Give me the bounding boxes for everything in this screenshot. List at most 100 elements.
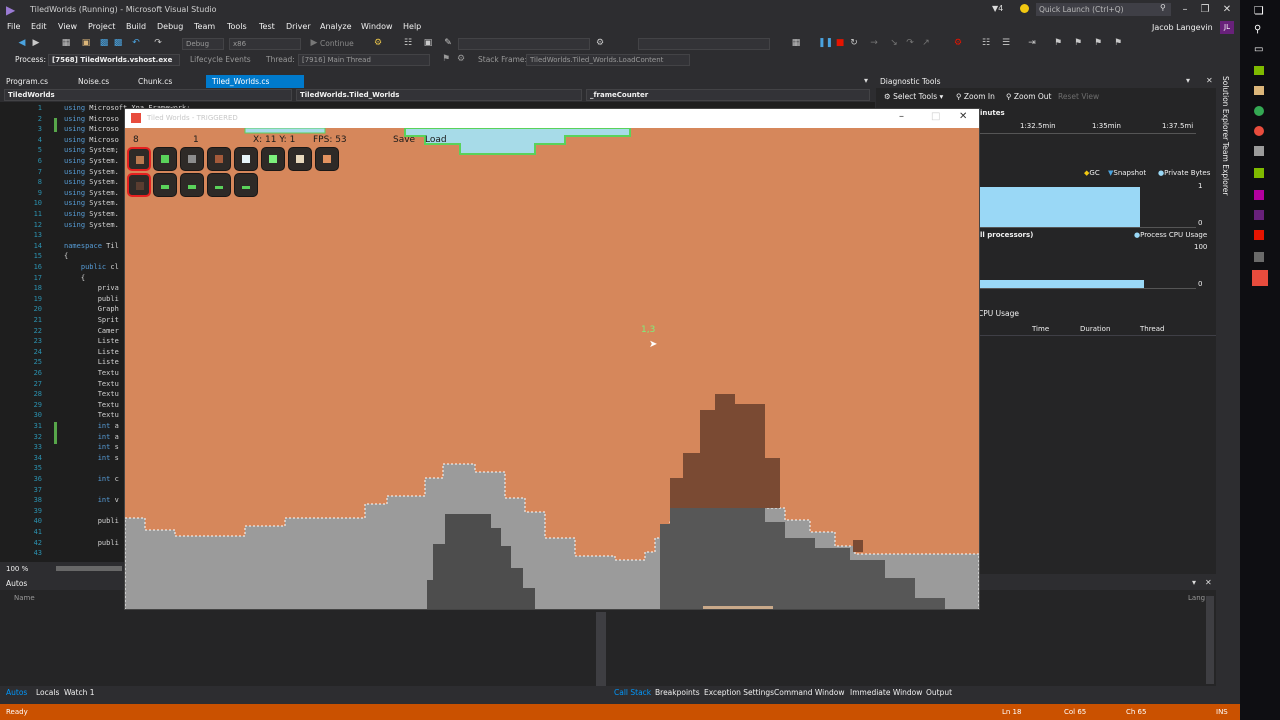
code-line[interactable]: int s [64, 443, 119, 451]
chrome-icon[interactable] [1254, 106, 1264, 116]
continue-icon[interactable]: ▶ [308, 37, 320, 49]
reset-view-button[interactable]: Reset View [1058, 92, 1099, 101]
redo-icon[interactable]: ↷ [152, 37, 164, 49]
code-line[interactable]: using System. [64, 178, 119, 186]
lifecycle-events[interactable]: Lifecycle Events [190, 55, 251, 64]
feedback-smiley-icon[interactable] [1020, 4, 1029, 13]
tile-slot-brick[interactable] [315, 147, 339, 171]
step-out-icon[interactable]: ↗ [920, 37, 932, 49]
continue-button[interactable]: Continue [320, 39, 354, 48]
menu-debug[interactable]: Debug [157, 22, 183, 31]
tile-slot-plant[interactable] [180, 173, 204, 197]
flag-thread-icon[interactable]: ⚑ [440, 53, 452, 65]
exception-icon[interactable]: ⚙ [952, 37, 964, 49]
tab-chunk[interactable]: Chunk.cs [132, 75, 178, 88]
code-line[interactable]: Textu [64, 369, 119, 377]
stack-frame-select[interactable]: TiledWorlds.Tiled_Worlds.LoadContent [526, 54, 690, 66]
menu-driver[interactable]: Driver [286, 22, 311, 31]
team-explorer-tab[interactable]: Team Explorer [1221, 142, 1230, 195]
tile-slot-clay[interactable] [207, 147, 231, 171]
tile-slot-glass[interactable] [234, 147, 258, 171]
tab-call-stack[interactable]: Call Stack [614, 688, 651, 697]
build-icon[interactable]: ▦ [790, 37, 802, 49]
windows-start-icon[interactable]: ❏ [1254, 4, 1264, 17]
code-line[interactable]: Textu [64, 411, 119, 419]
menu-file[interactable]: File [7, 22, 20, 31]
timeline-ruler[interactable]: 1:32.5min 1:35min 1:37.5mi [980, 120, 1196, 134]
menu-window[interactable]: Window [361, 22, 393, 31]
code-line[interactable]: priva [64, 284, 119, 292]
zoom-out-button[interactable]: ⚲ Zoom Out [1006, 92, 1052, 101]
autos-close-icon[interactable]: ✕ [1205, 578, 1212, 587]
menu-analyze[interactable]: Analyze [320, 22, 352, 31]
bookmark-icon[interactable]: ⚑ [1052, 37, 1064, 49]
tab-tiled-worlds[interactable]: Tiled_Worlds.cs [206, 75, 304, 88]
prev-bookmark-icon[interactable]: ⚑ [1072, 37, 1084, 49]
callstack-scrollbar[interactable] [1206, 596, 1214, 684]
tab-output[interactable]: Output [926, 688, 952, 697]
tab-noise[interactable]: Noise.cs [72, 75, 115, 88]
process-select[interactable]: [7568] TiledWorlds.vshost.exe [48, 54, 180, 66]
tab-immediate-window[interactable]: Immediate Window [850, 688, 922, 697]
code-line[interactable]: int v [64, 496, 119, 504]
restore-button[interactable]: ❐ [1198, 3, 1212, 17]
app-icon[interactable] [1254, 190, 1264, 200]
code-line[interactable]: int c [64, 475, 119, 483]
game-app-icon[interactable] [1252, 270, 1268, 286]
column-thread[interactable]: Thread [1140, 325, 1164, 333]
tab-command-window[interactable]: Command Window [774, 688, 845, 697]
select-tools-button[interactable]: ⚙ Select Tools ▾ [884, 92, 943, 101]
tile-slot-stone[interactable] [180, 147, 204, 171]
pin-icon[interactable]: ▾ [1186, 76, 1190, 85]
tile-slot-plant[interactable] [207, 173, 231, 197]
autos-pin-icon[interactable]: ▾ [1192, 578, 1196, 587]
column-duration[interactable]: Duration [1080, 325, 1110, 333]
search-icon[interactable]: ⚲ [1160, 3, 1166, 12]
game-minimize-button[interactable]: – [899, 111, 904, 122]
stop-icon[interactable]: ■ [834, 37, 846, 49]
tab-autos[interactable]: Autos [6, 688, 27, 697]
close-button[interactable]: ✕ [1220, 3, 1234, 17]
zoom-in-button[interactable]: ⚲ Zoom In [956, 92, 995, 101]
callstack-column-lang[interactable]: Lang [1188, 594, 1205, 602]
avatar[interactable]: JL [1220, 21, 1234, 34]
zoom-level[interactable]: 100 % [6, 565, 28, 573]
tile-slot-sand[interactable] [288, 147, 312, 171]
code-line[interactable]: using System. [64, 221, 119, 229]
indent-icon[interactable]: ⇥ [1026, 37, 1038, 49]
class-select[interactable]: TiledWorlds.Tiled_Worlds [296, 89, 582, 101]
code-line[interactable]: { [64, 274, 85, 282]
app-icon[interactable] [1254, 126, 1264, 136]
game-window[interactable]: Tiled Worlds - TRIGGERED – □ ✕ 8 1 X: 11… [124, 108, 980, 610]
menu-build[interactable]: Build [126, 22, 146, 31]
code-line[interactable]: Camer [64, 327, 119, 335]
app-icon[interactable] [1254, 146, 1264, 156]
file-explorer-icon[interactable] [1254, 86, 1264, 95]
hierarchy-icon[interactable]: ☷ [402, 37, 414, 49]
step-over-icon[interactable]: ↷ [904, 37, 916, 49]
solution-select[interactable] [638, 38, 770, 50]
game-close-button[interactable]: ✕ [959, 111, 967, 122]
code-line[interactable]: Graph [64, 305, 119, 313]
tile-slot-background[interactable] [127, 173, 151, 197]
code-line[interactable]: using System; [64, 146, 119, 154]
menu-team[interactable]: Team [194, 22, 215, 31]
search-icon[interactable]: ⚲ [1254, 24, 1261, 35]
autos-scrollbar[interactable] [596, 612, 606, 686]
code-line[interactable]: int s [64, 454, 119, 462]
code-line[interactable]: using System. [64, 210, 119, 218]
tile-slot-plant[interactable] [234, 173, 258, 197]
code-line[interactable]: Textu [64, 380, 119, 388]
panel-close-icon[interactable]: ✕ [1206, 76, 1213, 85]
minimize-button[interactable]: – [1178, 3, 1192, 17]
code-line[interactable]: int a [64, 422, 119, 430]
code-line[interactable]: using System. [64, 157, 119, 165]
layout-icon[interactable]: ☷ [980, 37, 992, 49]
tile-slot-dirt[interactable] [127, 147, 151, 171]
attach-icon[interactable]: ⚙ [372, 37, 384, 49]
align-icon[interactable]: ☰ [1000, 37, 1012, 49]
tab-program[interactable]: Program.cs [0, 75, 54, 88]
next-bookmark-icon[interactable]: ⚑ [1092, 37, 1104, 49]
solution-explorer-tab[interactable]: Solution Explorer [1221, 76, 1230, 140]
save-button[interactable]: Save [393, 135, 415, 145]
